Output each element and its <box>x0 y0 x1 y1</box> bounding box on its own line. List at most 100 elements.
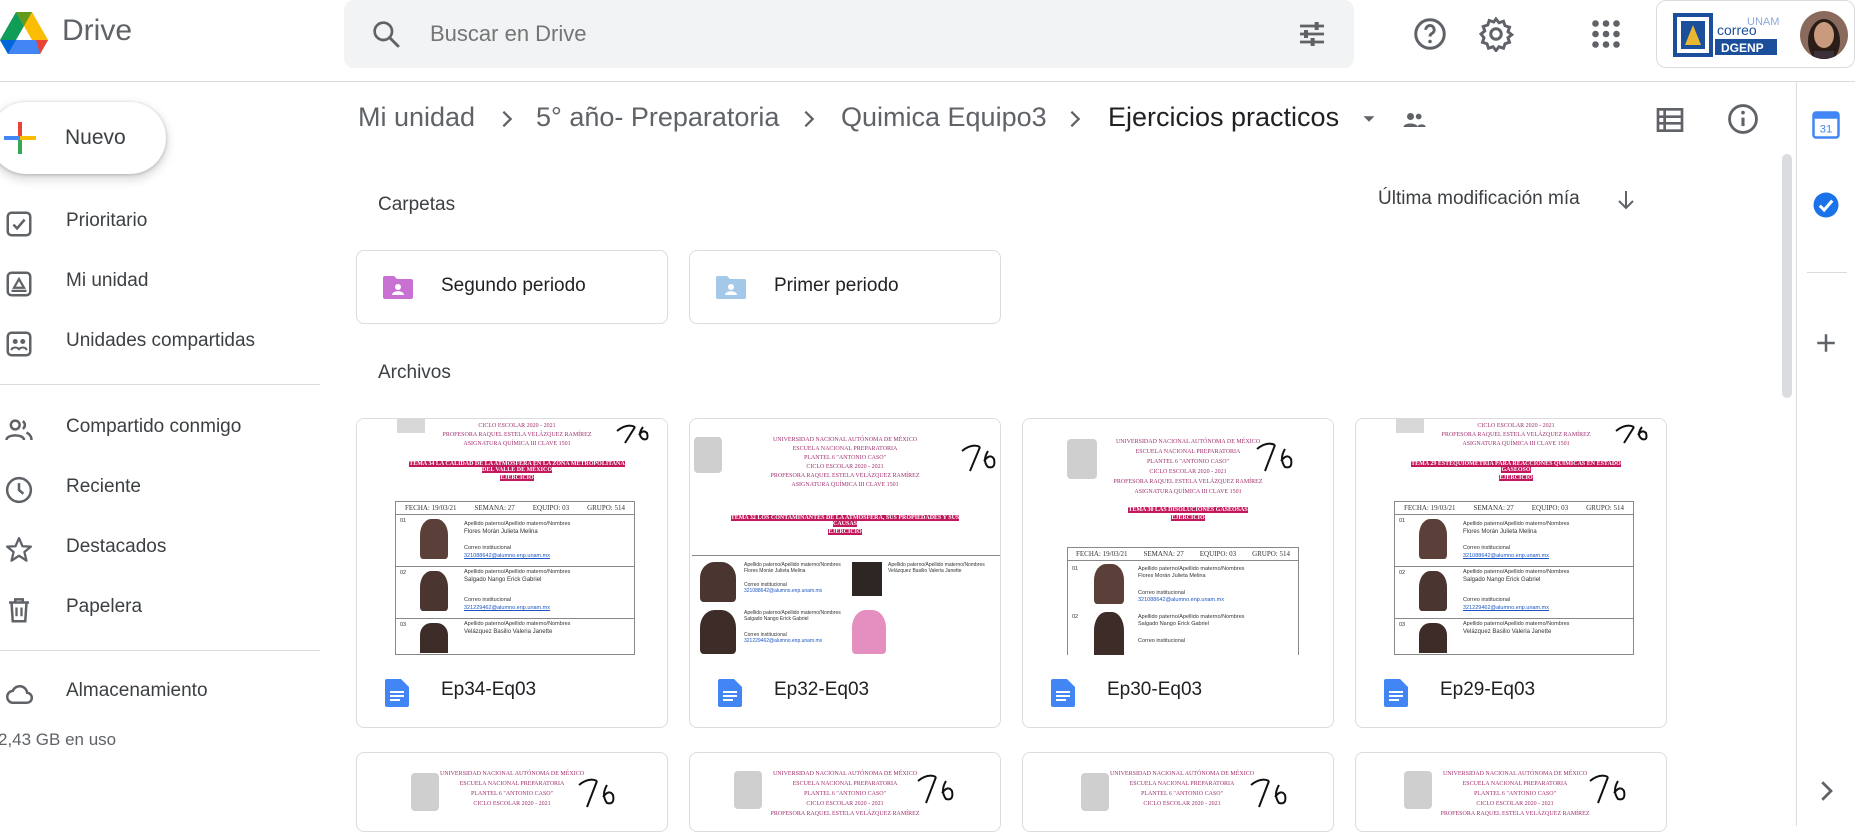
thumb-text: 03 <box>400 622 407 628</box>
thumb-text: 321088642@alumno.enp.unam.mx <box>1463 553 1550 559</box>
thumb-text: EJERCICIO <box>500 475 534 481</box>
thumb-text: UNIVERSIDAD NACIONAL AUTÓNOMA DE MÉXICO <box>772 771 918 777</box>
signature-mark <box>961 444 996 472</box>
sidebar-item-recent[interactable]: Reciente <box>0 462 320 512</box>
trash-icon <box>9 598 29 623</box>
drive-logo-icon[interactable] <box>0 6 48 58</box>
thumb-text: 02 <box>400 570 407 576</box>
folder-name: Segundo periodo <box>441 275 586 296</box>
file-card[interactable]: UNIVERSIDAD NACIONAL AUTÓNOMA DE MÉXICO … <box>1355 752 1667 832</box>
avatar[interactable] <box>1800 11 1848 59</box>
thumb-text: Salgado Nango Erick Gabriel <box>744 616 809 622</box>
cloud-icon <box>6 684 34 704</box>
dropdown-arrow-icon[interactable] <box>1358 108 1380 130</box>
sidebar-item-label: Papelera <box>66 596 143 617</box>
thumb-text: Velázquez Basilio Valeria Janette <box>464 629 553 635</box>
thumb-text: CICLO ESCOLAR 2020 - 2021 <box>1477 423 1555 429</box>
thumb-text: UNIVERSIDAD NACIONAL AUTÓNOMA DE MÉXICO <box>1442 771 1588 777</box>
thumb-text: ESCUELA NACIONAL PREPARATORIA <box>792 446 898 452</box>
scrollbar[interactable] <box>1780 150 1794 826</box>
sidebar-item-label: Almacenamiento <box>66 680 208 701</box>
file-card[interactable]: CICLO ESCOLAR 2020 - 2021 PROFESORA RAQU… <box>1355 418 1667 728</box>
unam-shield-icon <box>694 437 722 473</box>
thumb-text: PLANTEL 6 "ANTONIO CASO" <box>1473 791 1557 797</box>
unam-correo-logo: correo UNAM DGENP <box>1673 13 1779 57</box>
unam-shield-icon <box>397 419 425 433</box>
people-icon <box>5 419 33 441</box>
folder-card[interactable]: Primer periodo <box>689 250 1001 324</box>
sidebar-item-label: Compartido conmigo <box>66 416 242 437</box>
file-card[interactable]: CICLO ESCOLAR 2020 - 2021 PROFESORA RAQU… <box>356 418 668 728</box>
search-bar[interactable] <box>344 0 1354 68</box>
add-icon[interactable] <box>1811 328 1841 358</box>
sidebar-item-my-drive[interactable]: Mi unidad <box>0 256 320 306</box>
thumb-text: Apellido paterno/Apellido materno/Nombre… <box>1463 621 1570 627</box>
file-card[interactable]: UNIVERSIDAD NACIONAL AUTÓNOMA DE MÉXICO … <box>356 752 668 832</box>
search-input[interactable] <box>430 0 1230 68</box>
settings-icon[interactable] <box>1478 16 1514 52</box>
arrow-down-icon[interactable] <box>1614 188 1638 212</box>
list-view-icon[interactable] <box>1654 104 1686 136</box>
scrollbar-thumb[interactable] <box>1782 154 1792 398</box>
help-icon[interactable] <box>1412 16 1448 52</box>
file-card[interactable]: UNIVERSIDAD NACIONAL AUTÓNOMA DE MÉXICO … <box>1022 418 1334 728</box>
breadcrumb-item[interactable]: Quimica Equipo3 <box>841 102 1047 133</box>
file-card[interactable]: UNIVERSIDAD NACIONAL AUTÓNOMA DE MÉXICO … <box>689 752 1001 832</box>
thumb-text: CICLO ESCOLAR 2020 - 2021 <box>806 801 884 807</box>
thumb-text: 321229462@alumno.enp.unam.mx <box>744 638 823 644</box>
calendar-icon[interactable]: 31 <box>1811 110 1841 140</box>
thumb-text: 321229462@alumno.enp.unam.mx <box>1463 605 1550 611</box>
thumb-text: 01 <box>1399 518 1406 524</box>
signature-mark <box>1589 774 1626 804</box>
search-icon[interactable] <box>370 18 402 50</box>
sidebar-item-priority[interactable]: Prioritario <box>0 196 320 246</box>
thumb-text: EQUIPO: 03 <box>1531 504 1569 512</box>
breadcrumb-current[interactable]: Ejercicios practicos <box>1108 102 1339 133</box>
thumb-text: 02 <box>1072 614 1079 620</box>
drive-brand[interactable]: Drive <box>62 14 132 48</box>
thumb-text: EQUIPO: 03 <box>532 504 570 512</box>
thumb-text: CICLO ESCOLAR 2020 - 2021 <box>806 464 884 470</box>
info-icon[interactable] <box>1726 102 1760 136</box>
shared-folder-icon[interactable] <box>1400 106 1428 134</box>
my-drive-icon <box>6 271 32 297</box>
chevron-right-icon[interactable] <box>1811 776 1841 806</box>
tasks-icon[interactable] <box>1811 190 1841 220</box>
file-card[interactable]: UNIVERSIDAD NACIONAL AUTÓNOMA DE MÉXICO … <box>689 418 1001 728</box>
sidebar-item-shared-drives[interactable]: Unidades compartidas <box>0 316 320 366</box>
logo-text-dgenp: DGENP <box>1721 41 1764 55</box>
apps-grid-icon[interactable] <box>1588 16 1624 52</box>
thumb-text: Correo institucional <box>1138 638 1186 644</box>
file-name: Ep30-Eq03 <box>1107 679 1203 700</box>
breadcrumb-item[interactable]: 5° año- Preparatoria <box>536 102 779 133</box>
thumb-text: Correo institucional <box>464 545 512 551</box>
thumb-text: ESCUELA NACIONAL PREPARATORIA <box>792 781 898 787</box>
thumb-text: CICLO ESCOLAR 2020 - 2021 <box>1476 801 1554 807</box>
thumb-text: Flores Morán Julieta Melina <box>464 529 538 535</box>
thumb-text: FECHA: 19/03/21 <box>1403 504 1456 512</box>
signature-mark <box>616 424 649 444</box>
thumb-text: PROFESORA RAQUEL ESTELA VELÁZQUEZ RAMÍRE… <box>770 811 920 817</box>
storage-usage-text: 2,43 GB en uso <box>0 730 117 749</box>
search-options-icon[interactable] <box>1296 18 1328 50</box>
thumb-text: GRUPO: 514 <box>1586 504 1625 512</box>
sidebar-item-trash[interactable]: Papelera <box>0 582 320 632</box>
account-switcher[interactable]: correo UNAM DGENP <box>1656 0 1855 68</box>
file-card[interactable]: UNIVERSIDAD NACIONAL AUTÓNOMA DE MÉXICO … <box>1022 752 1334 832</box>
sidebar-item-storage[interactable]: Almacenamiento <box>0 666 320 716</box>
sidebar-item-starred[interactable]: Destacados <box>0 522 320 572</box>
breadcrumb-item[interactable]: Mi unidad <box>358 102 475 133</box>
sidebar-divider <box>0 384 320 385</box>
google-docs-icon <box>385 679 409 707</box>
google-docs-icon <box>718 679 742 707</box>
clock-icon <box>5 476 33 504</box>
thumb-text: Flores Morán Julieta Melina <box>1138 573 1206 579</box>
thumb-text: Correo institucional <box>464 597 512 603</box>
shared-folder-icon <box>716 276 746 299</box>
thumb-text: Flores Morán Julieta Melina <box>1463 529 1537 535</box>
sort-label[interactable]: Última modificación mía <box>1378 188 1580 210</box>
folder-card[interactable]: Segundo periodo <box>356 250 668 324</box>
new-button[interactable]: Nuevo <box>0 102 166 174</box>
sidebar-item-shared-with-me[interactable]: Compartido conmigo <box>0 402 320 452</box>
thumb-text: Apellido paterno/Apellido materno/Nombre… <box>1138 614 1245 620</box>
